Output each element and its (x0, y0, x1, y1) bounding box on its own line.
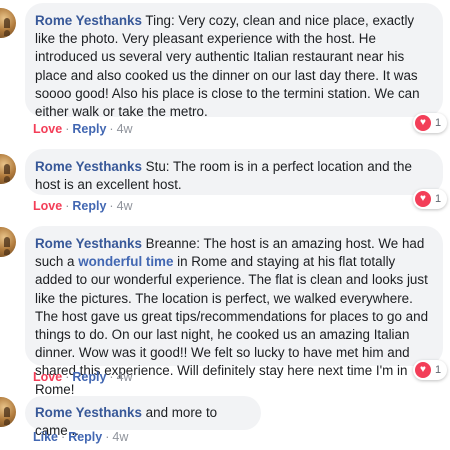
colosseum-arch-icon (4, 164, 10, 174)
like-button[interactable]: Like (33, 430, 58, 444)
separator: · (61, 430, 66, 444)
avatar[interactable] (0, 154, 16, 184)
reply-button[interactable]: Reply (72, 122, 106, 136)
colosseum-arch-icon (4, 30, 10, 36)
heart-icon: ♥ (415, 115, 431, 131)
comment-bubble: Rome Yesthanks Stu: The room is in a per… (25, 149, 443, 195)
colosseum-arch-icon (4, 18, 10, 28)
reaction-badge[interactable]: ♥ 1 (413, 360, 448, 380)
reaction-count: 1 (435, 193, 442, 205)
comment-actions: Love · Reply · 4w (33, 199, 133, 213)
comment-text: Ting: Very cozy, clean and nice place, e… (35, 13, 420, 120)
love-button[interactable]: Love (33, 199, 62, 213)
colosseum-arch-icon (4, 237, 10, 247)
love-button[interactable]: Love (33, 122, 62, 136)
comment-bubble: Rome Yesthanks Breanne: The host is an a… (25, 226, 443, 397)
separator: · (109, 370, 114, 384)
reply-button[interactable]: Reply (72, 370, 106, 384)
comment-author[interactable]: Rome Yesthanks (35, 13, 142, 28)
comment-author[interactable]: Rome Yesthanks (35, 405, 142, 420)
avatar[interactable] (0, 397, 16, 427)
colosseum-arch-icon (4, 419, 10, 425)
heart-icon: ♥ (415, 362, 431, 378)
reaction-count: 1 (435, 117, 442, 129)
reply-button[interactable]: Reply (72, 199, 106, 213)
comment-timestamp[interactable]: 4w (112, 430, 128, 444)
comment-timestamp[interactable]: 4w (117, 122, 133, 136)
separator: · (65, 199, 70, 213)
comment-actions: Love · Reply · 4w (33, 370, 133, 384)
comment-author[interactable]: Rome Yesthanks (35, 159, 142, 174)
reaction-badge[interactable]: ♥ 1 (413, 189, 448, 209)
comment-timestamp[interactable]: 4w (117, 199, 133, 213)
comment-author[interactable]: Rome Yesthanks (35, 236, 142, 251)
colosseum-arch-icon (4, 407, 10, 417)
colosseum-arch-icon (4, 249, 10, 255)
separator: · (65, 370, 70, 384)
heart-icon: ♥ (415, 191, 431, 207)
reaction-count: 1 (435, 364, 442, 376)
separator: · (105, 430, 110, 444)
comment-actions: Like · Reply · 4w (33, 430, 128, 444)
comment-actions: Love · Reply · 4w (33, 122, 133, 136)
avatar[interactable] (0, 8, 16, 38)
colosseum-arch-icon (4, 176, 10, 182)
avatar[interactable] (0, 227, 16, 257)
separator: · (109, 122, 114, 136)
separator: · (109, 199, 114, 213)
separator: · (65, 122, 70, 136)
comment-timestamp[interactable]: 4w (117, 370, 133, 384)
comment-bubble: Rome Yesthanks and more to came... (25, 396, 261, 438)
reaction-badge[interactable]: ♥ 1 (413, 113, 448, 133)
reply-button[interactable]: Reply (68, 430, 102, 444)
comment-bubble: Rome Yesthanks Ting: Very cozy, clean an… (25, 3, 443, 120)
love-button[interactable]: Love (33, 370, 62, 384)
wonderful-time-link[interactable]: wonderful time (78, 254, 173, 269)
